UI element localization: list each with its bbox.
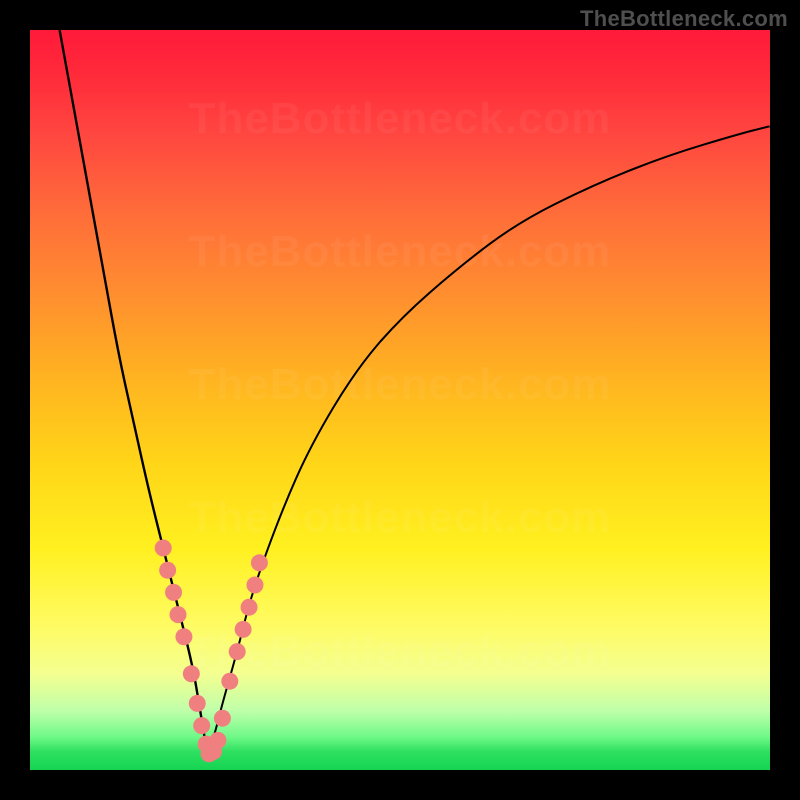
marker-point [229,643,246,660]
marker-point [221,673,238,690]
marker-point [189,695,206,712]
left-branch-path [60,30,208,755]
marker-point [183,665,200,682]
marker-point [170,606,187,623]
marker-point [235,621,252,638]
marker-point [155,540,172,557]
marker-point [214,710,231,727]
attribution-text: TheBottleneck.com [580,6,788,32]
marker-point [175,628,192,645]
marker-point [241,599,258,616]
marker-point [159,562,176,579]
right-branch-path [208,126,770,755]
marker-point [165,584,182,601]
marker-point [246,577,263,594]
plot-area: TheBottleneck.comTheBottleneck.comTheBot… [30,30,770,770]
marker-point [209,732,226,749]
curve-layer [30,30,770,770]
marker-point [193,717,210,734]
marker-point [251,554,268,571]
markers-group [155,540,268,763]
